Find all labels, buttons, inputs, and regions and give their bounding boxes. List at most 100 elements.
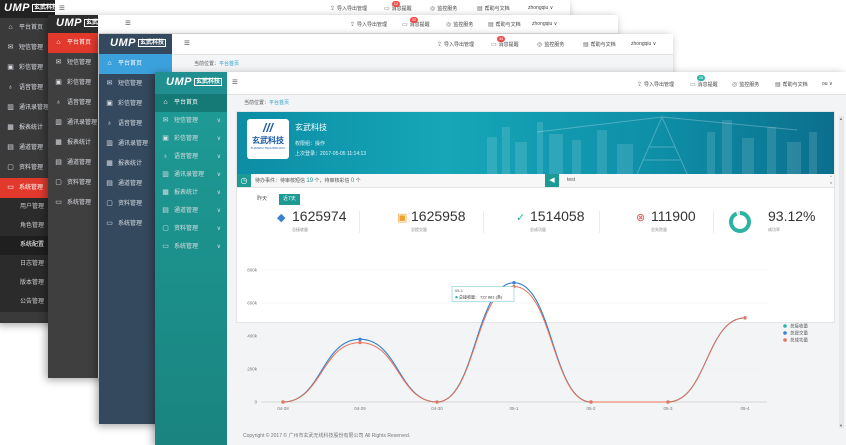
stat-rate-value: 93.12%: [768, 208, 816, 224]
tab-yesterday[interactable]: 昨天: [253, 194, 271, 205]
series-line: [282, 285, 746, 403]
logo-ump: UMP: [110, 37, 136, 49]
menu-toggle-icon[interactable]: ≡: [184, 38, 190, 49]
scrollbar[interactable]: ▲ ▼: [839, 116, 844, 428]
eye-icon: ◎: [537, 42, 543, 48]
x-circle-icon: ⊗: [636, 212, 646, 224]
eye-icon: ◎: [446, 22, 452, 28]
message-badge: 34: [497, 36, 505, 42]
help-link[interactable]: ▤ 帮助与文档: [583, 41, 616, 48]
menu-toggle-icon[interactable]: ≡: [232, 77, 238, 88]
sidebar-item-data[interactable]: ▢ 资料管理: [48, 173, 98, 193]
stat-success-value: 1514058: [530, 208, 585, 224]
footer: Copyright © 2017 © 广州市玄武无线科技股份有限公司 All R…: [243, 433, 411, 439]
sidebar-item-channel[interactable]: ▤ 通道管理: [48, 153, 98, 173]
stat-failed-value: 111900: [651, 208, 696, 224]
x-tick-label: 04-30: [431, 406, 443, 411]
todo-count-mms[interactable]: 0: [351, 178, 354, 184]
user-menu[interactable]: ou ∨: [822, 81, 833, 87]
sidebar-item-system[interactable]: ▭ 系统管理 ∨: [155, 238, 227, 256]
x-tick-label: 05-3: [663, 406, 673, 411]
messages-link[interactable]: ▭ 消息提醒: [491, 41, 519, 48]
monitor-icon: ▭: [7, 184, 14, 191]
help-link[interactable]: ▤ 帮助与文档: [477, 5, 510, 12]
scroll-up-icon[interactable]: ▲: [839, 116, 843, 121]
breadcrumb: 当前位置：平台首页: [244, 100, 290, 106]
subitem-notices[interactable]: 公告管理: [0, 293, 55, 312]
x-tick-label: 05-2: [586, 406, 596, 411]
logo-mark-icon: ///: [262, 121, 273, 135]
messages-link[interactable]: ▭ 消息提醒: [690, 81, 718, 88]
speaker-icon: ◀: [545, 174, 559, 187]
sidebar-item-home[interactable]: ⌂ 平台首页: [48, 33, 98, 53]
home-icon: ⌂: [107, 60, 112, 67]
subitem-users[interactable]: 用户管理: [0, 198, 55, 217]
monitor-link[interactable]: ◎ 监控服务: [537, 41, 564, 48]
import-export-link[interactable]: ⇪ 导入导出管理: [637, 81, 674, 88]
monitor-icon: ▭: [162, 243, 169, 250]
clock-icon: ◷: [237, 174, 251, 187]
divider: [713, 211, 714, 233]
sidebar-item-data[interactable]: ▢ 资料管理: [0, 158, 55, 178]
channel-icon: ▤: [162, 207, 169, 214]
user-menu[interactable]: zhongqiu ∨: [528, 5, 553, 11]
sidebar-item-voice[interactable]: ♁ 语音管理: [48, 93, 98, 113]
notice-test[interactable]: test: [567, 177, 575, 183]
import-export-link[interactable]: ⇪ 导入导出管理: [330, 5, 367, 12]
sidebar-item-sms[interactable]: ✉ 短信管理 ∨: [155, 112, 227, 130]
subitem-versions[interactable]: 版本管理: [0, 274, 55, 293]
sidebar-item-mms[interactable]: ▣ 彩信管理 ∨: [155, 130, 227, 148]
sidebar-item-mms[interactable]: ▣ 彩信管理: [0, 58, 55, 78]
x-tick-label: 05-4: [740, 406, 750, 411]
sidebar-item-contacts[interactable]: ▥ 通讯录管理: [0, 98, 55, 118]
chevron-down-icon: ∨: [216, 154, 221, 160]
import-export-link[interactable]: ⇪ 导入导出管理: [437, 41, 474, 48]
sidebar-item-report[interactable]: ▦ 报表统计 ∨: [155, 184, 227, 202]
tab-recent7[interactable]: 近7天: [279, 194, 300, 205]
x-tick-label: 04-28: [277, 406, 289, 411]
sidebar-item-home[interactable]: ⌂ 平台首页: [155, 94, 227, 112]
logo-area: UMP 玄武科技: [48, 15, 112, 33]
chevron-down-icon: ∨: [216, 172, 221, 178]
menu-toggle-icon[interactable]: ≡: [125, 18, 131, 29]
sidebar-item-voice[interactable]: ♁ 语音管理: [0, 78, 55, 98]
company-role: 权限组：操作: [295, 141, 326, 147]
tag-icon: ◆: [277, 212, 286, 224]
subitem-logs[interactable]: 日志管理: [0, 255, 55, 274]
sidebar-item-channel[interactable]: ▤ 通道管理 ∨: [155, 202, 227, 220]
notice-scroll-up[interactable]: ^: [830, 174, 832, 179]
user-menu[interactable]: zhongqiu ∨: [631, 41, 656, 47]
notice-scroll-down[interactable]: v: [830, 180, 832, 185]
stat-success-label: 总成功量: [530, 227, 546, 232]
monitor-link[interactable]: ◎ 监控服务: [430, 5, 457, 12]
sidebar-item-contacts[interactable]: ▥ 通讯录管理: [48, 113, 98, 133]
monitor-link[interactable]: ◎ 监控服务: [732, 81, 759, 88]
scroll-down-icon[interactable]: ▼: [839, 423, 843, 428]
help-link[interactable]: ▤ 帮助与文档: [775, 81, 808, 88]
todo-count-sms[interactable]: 19: [306, 178, 313, 184]
user-menu[interactable]: zhongqiu ∨: [532, 21, 557, 27]
help-link[interactable]: ▤ 帮助与文档: [488, 21, 521, 28]
company-banner: /// 玄武科技 XUANWU TECHNOLOGY 玄武科技 权限组：操作 上…: [237, 112, 834, 174]
sidebar-item-voice[interactable]: ♁ 语音管理 ∨: [155, 148, 227, 166]
monitor-link[interactable]: ◎ 监控服务: [446, 21, 473, 28]
subitem-roles[interactable]: 角色管理: [0, 217, 55, 236]
import-export-link[interactable]: ⇪ 导入导出管理: [350, 21, 387, 28]
sidebar-item-sms[interactable]: ✉ 短信管理: [0, 38, 55, 58]
sidebar-item-report[interactable]: ▦ 报表统计: [48, 133, 98, 153]
sidebar-item-data[interactable]: ▢ 资料管理 ∨: [155, 220, 227, 238]
sidebar-item-mms[interactable]: ▣ 彩信管理: [48, 73, 98, 93]
subitem-sysconfig[interactable]: 系统配置: [0, 236, 55, 255]
sidebar-item-home[interactable]: ⌂ 平台首页: [0, 18, 55, 38]
mail-icon: ✉: [7, 44, 14, 51]
sidebar-item-system[interactable]: ▭ 系统管理: [48, 193, 98, 213]
sidebar-item-channel[interactable]: ▤ 通道管理: [0, 138, 55, 158]
sidebar-item-contacts[interactable]: ▥ 通讯录管理 ∨: [155, 166, 227, 184]
tooltip-marker: [455, 296, 458, 299]
menu-toggle-icon[interactable]: ≡: [59, 3, 65, 14]
sidebar-item-report[interactable]: ▦ 报表统计: [0, 118, 55, 138]
mic-icon: ♁: [106, 120, 113, 127]
sidebar-item-home[interactable]: ⌂ 平台首页: [99, 54, 172, 74]
sidebar-item-sms[interactable]: ✉ 短信管理: [48, 53, 98, 73]
sidebar-item-system[interactable]: ▭ 系统管理: [0, 178, 55, 198]
